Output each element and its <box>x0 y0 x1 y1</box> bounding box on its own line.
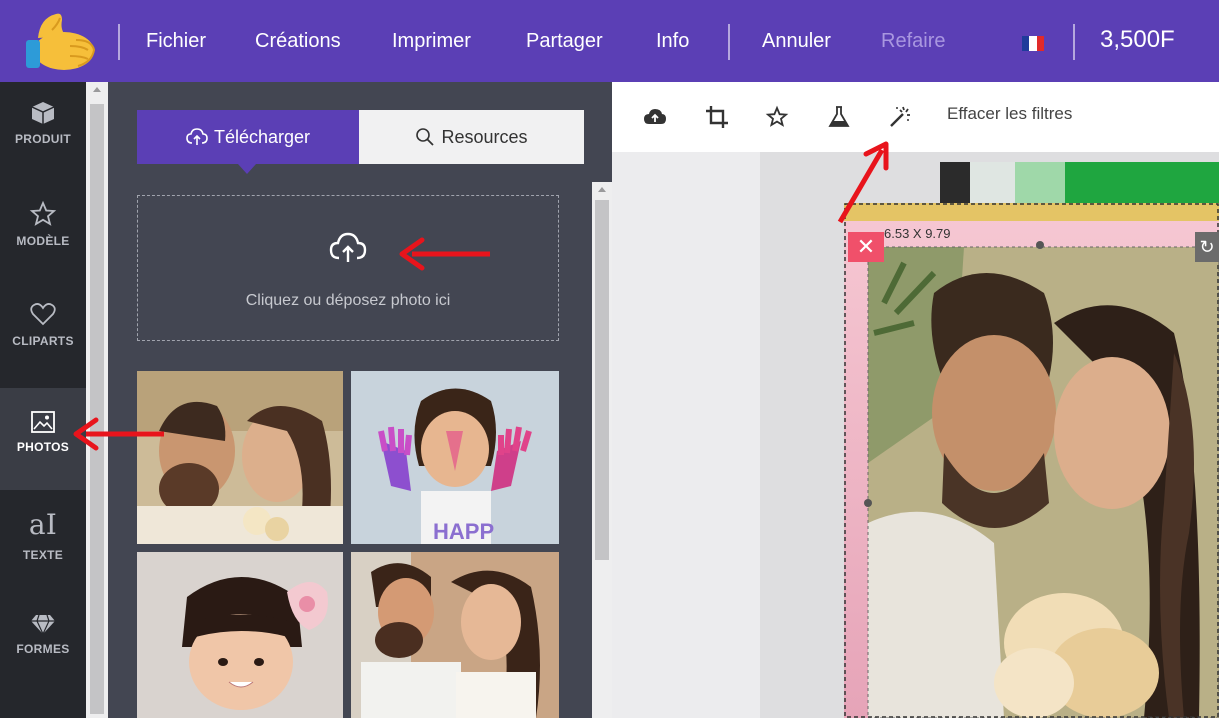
menu-share[interactable]: Partager <box>526 30 603 53</box>
tab-upload-label: Télécharger <box>213 126 311 147</box>
photo-thumbnail-baby[interactable] <box>137 552 343 718</box>
photo-dropzone[interactable]: Cliquez ou déposez photo ici <box>137 195 559 341</box>
menu-print[interactable]: Imprimer <box>392 30 471 53</box>
active-tab-pointer <box>238 164 256 174</box>
thumbs-up-logo-icon[interactable] <box>18 10 98 72</box>
crop-icon[interactable] <box>704 104 730 130</box>
sidebar-item-label: CLIPARTS <box>12 334 74 348</box>
menu-file[interactable]: Fichier <box>146 30 206 53</box>
panel-scrollbar-thumb[interactable] <box>595 200 609 560</box>
dropzone-text: Cliquez ou déposez photo ici <box>245 292 451 309</box>
menu-divider <box>118 24 120 60</box>
sidebar-item-texte[interactable]: aI TEXTE <box>0 508 86 608</box>
selected-photo[interactable] <box>844 203 1219 718</box>
sidebar-item-produit[interactable]: PRODUIT <box>0 100 86 200</box>
cloud-upload-icon <box>329 232 367 262</box>
tab-resources-label: Resources <box>441 126 528 147</box>
sidebar-item-label: TEXTE <box>22 548 64 562</box>
redo-button[interactable]: Refaire <box>881 30 945 53</box>
photo-thumbnail-couple-2[interactable] <box>351 552 559 718</box>
sidebar-item-label: FORMES <box>16 642 70 656</box>
text-icon: aI <box>28 508 58 541</box>
menu-divider <box>1073 24 1075 60</box>
star-outline-icon[interactable] <box>764 104 790 130</box>
clear-filters-button[interactable]: Effacer les filtres <box>947 104 1072 124</box>
tool-sidebar: PRODUIT MODÈLE CLIPARTS PHOTOS aI TEXTE … <box>0 82 86 718</box>
undo-button[interactable]: Annuler <box>762 30 831 53</box>
size-label: 6.53 X 9.79 <box>884 226 951 241</box>
search-icon <box>416 128 435 146</box>
scroll-up-icon <box>598 187 606 192</box>
image-toolbar <box>612 82 1219 152</box>
cube-icon <box>31 102 55 124</box>
rotate-handle[interactable]: ↻ <box>1195 232 1219 262</box>
scroll-up-icon <box>93 87 101 92</box>
photo-thumbnail-child-paint[interactable]: HAPP <box>351 371 559 544</box>
cloud-upload-icon <box>186 128 208 145</box>
sidebar-item-label: MODÈLE <box>16 234 70 248</box>
sidebar-item-label: PHOTOS <box>16 440 70 454</box>
diamond-icon <box>31 614 55 636</box>
sidebar-item-photos[interactable]: PHOTOS <box>0 388 86 490</box>
tab-upload[interactable]: Télécharger <box>137 110 359 164</box>
sidebar-item-cliparts[interactable]: CLIPARTS <box>0 300 86 400</box>
star-outline-icon <box>29 200 57 226</box>
top-bar: Fichier Créations Imprimer Partager Info… <box>0 0 1219 82</box>
svg-text:HAPP: HAPP <box>433 519 494 544</box>
delete-handle[interactable]: ✕ <box>848 232 884 262</box>
sidebar-item-modele[interactable]: MODÈLE <box>0 200 86 300</box>
photo-thumbnail-couple-1[interactable] <box>137 371 343 544</box>
close-icon: ✕ <box>856 234 876 259</box>
magic-wand-icon[interactable] <box>887 104 913 130</box>
rotate-icon: ↻ <box>1199 237 1215 257</box>
flask-icon[interactable] <box>826 104 852 130</box>
sidebar-scrollbar-thumb[interactable] <box>90 104 104 714</box>
cloud-upload-icon[interactable] <box>642 104 668 130</box>
menu-divider <box>728 24 730 60</box>
tab-resources[interactable]: Resources <box>359 110 584 164</box>
heart-outline-icon <box>30 303 56 326</box>
menu-creations[interactable]: Créations <box>255 30 341 53</box>
image-icon <box>31 411 55 433</box>
sidebar-item-formes[interactable]: FORMES <box>0 612 86 712</box>
sidebar-item-label: PRODUIT <box>14 132 72 146</box>
menu-info[interactable]: Info <box>656 30 689 53</box>
language-flag-icon[interactable] <box>1022 36 1044 51</box>
price-display: 3,500F <box>1100 26 1175 53</box>
